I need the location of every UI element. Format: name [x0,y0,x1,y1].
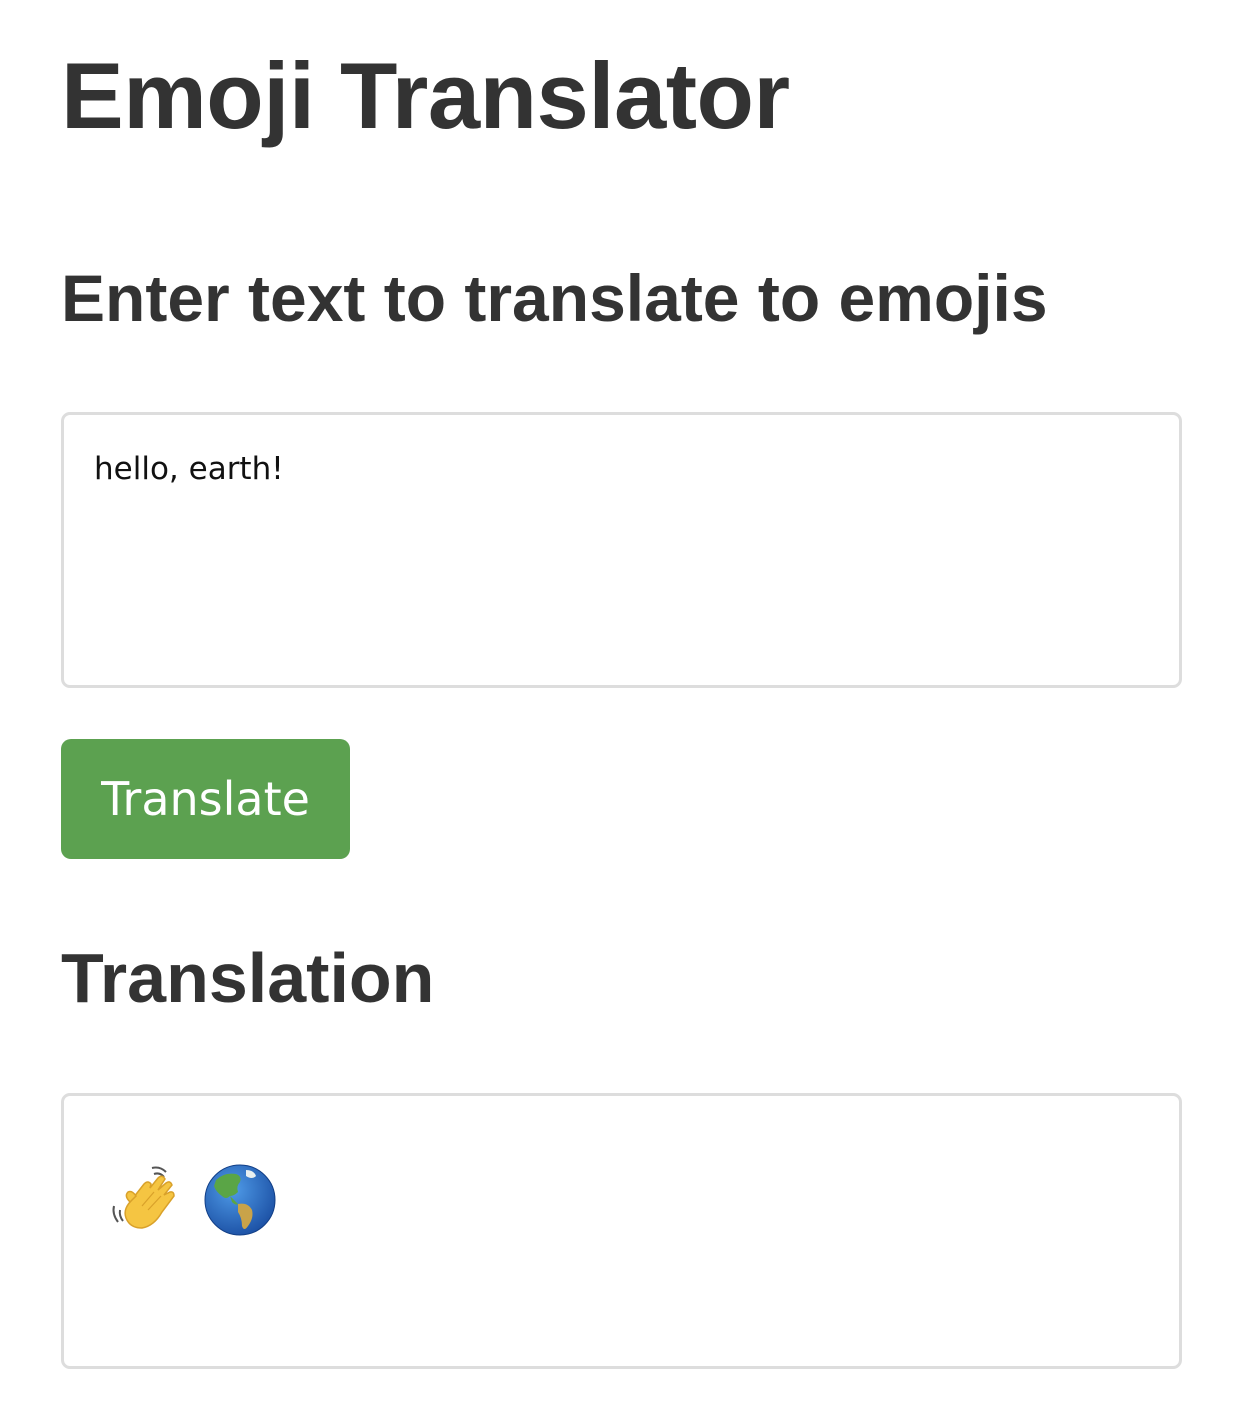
translate-button[interactable]: Translate [61,739,350,859]
app-title: Emoji Translator [61,43,790,148]
emoji-result-row [108,1160,296,1240]
translation-heading: Translation [61,939,435,1017]
translation-output [61,1093,1182,1369]
input-section-heading: Enter text to translate to emojis [61,261,1048,335]
text-input[interactable]: hello, earth! [61,412,1182,688]
waving-hand-icon [112,1166,175,1229]
globe-americas-icon [204,1164,276,1236]
